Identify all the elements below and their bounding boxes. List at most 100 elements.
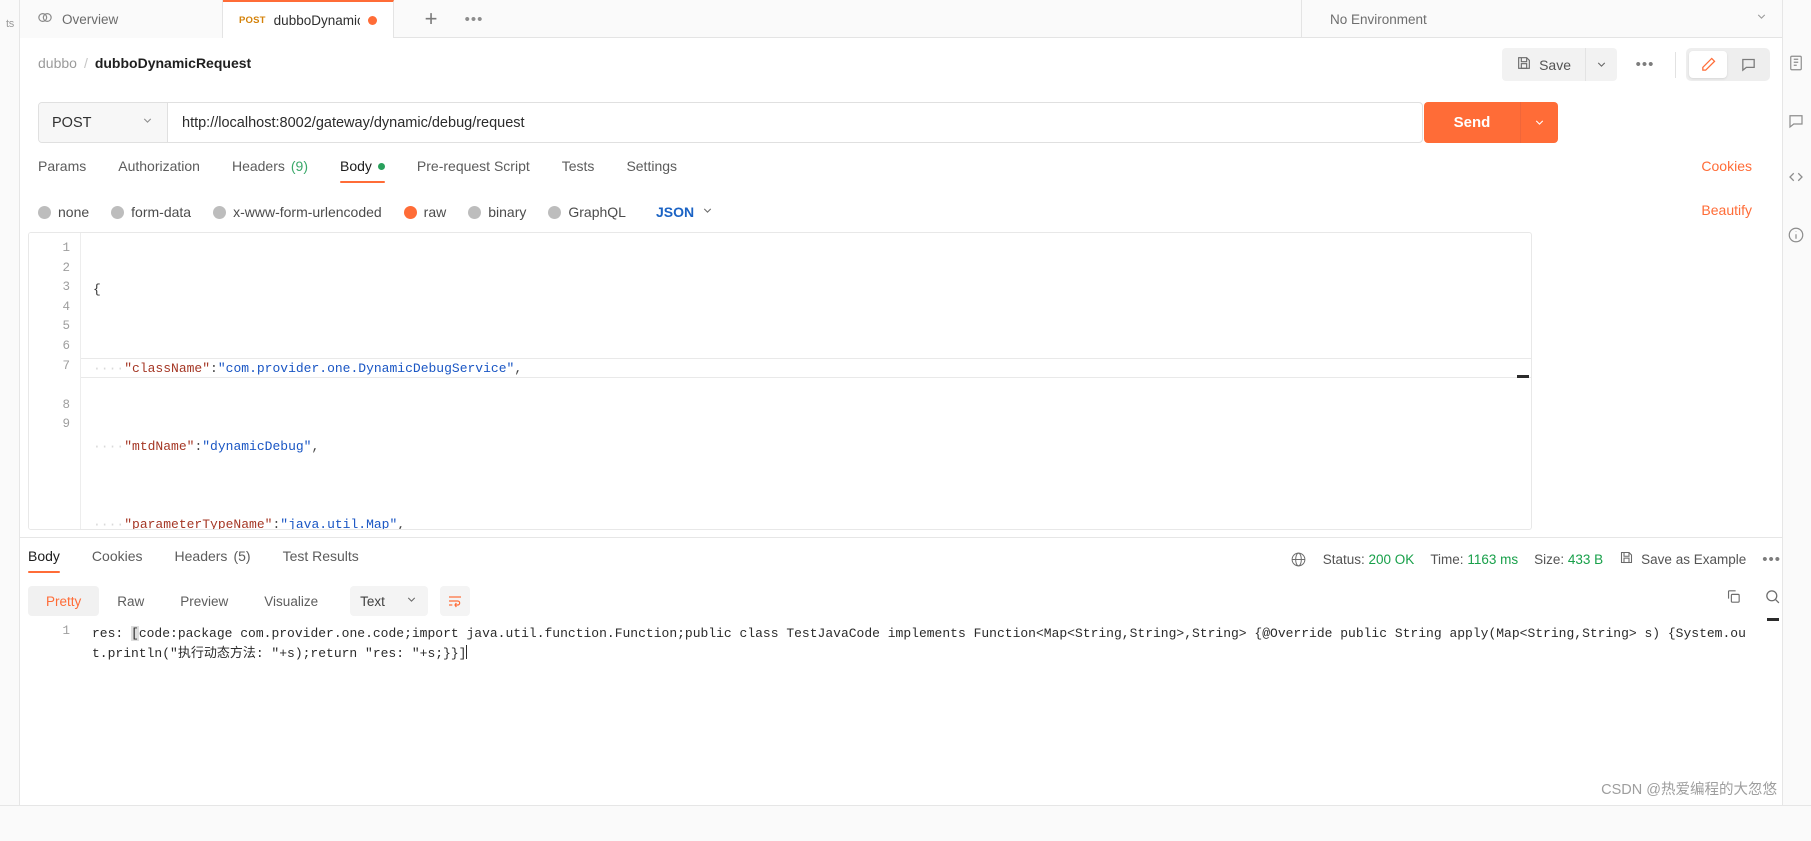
save-icon: [1619, 550, 1634, 568]
request-header-actions: Save •••: [1502, 48, 1770, 81]
body-format-select[interactable]: JSON: [656, 204, 714, 220]
response-tab-test-results[interactable]: Test Results: [283, 548, 373, 573]
chevron-down-icon: [141, 114, 154, 131]
info-icon[interactable]: [1787, 226, 1807, 246]
new-tab-button[interactable]: +: [406, 0, 456, 38]
response-body-text[interactable]: res: [code:package com.provider.one.code…: [80, 618, 1758, 664]
environment-selector[interactable]: No Environment: [1320, 0, 1782, 38]
body-type-binary[interactable]: binary: [468, 204, 526, 220]
http-method-select[interactable]: POST: [39, 103, 168, 142]
request-more-options-button[interactable]: •••: [1625, 48, 1665, 81]
comments-icon[interactable]: [1787, 112, 1807, 132]
status-bar: [0, 805, 1811, 841]
response-body[interactable]: 1 res: [code:package com.provider.one.co…: [28, 618, 1782, 698]
body-type-none[interactable]: none: [38, 204, 89, 220]
copy-icon[interactable]: [1725, 588, 1742, 605]
response-tab-body[interactable]: Body: [28, 548, 74, 573]
tab-authorization[interactable]: Authorization: [118, 158, 214, 183]
breadcrumb: dubbo / dubboDynamicRequest: [38, 55, 251, 71]
body-type-urlencoded-label: x-www-form-urlencoded: [233, 204, 382, 220]
line-number: 9: [62, 417, 70, 432]
response-view-visualize[interactable]: Visualize: [246, 586, 336, 616]
wrap-lines-button[interactable]: [439, 586, 470, 616]
time-label: Time:: [1430, 551, 1464, 567]
response-time: Time: 1163 ms: [1430, 552, 1518, 567]
view-toggle-group: [1686, 48, 1770, 81]
response-meta: Status: 200 OK Time: 1163 ms Size: 433 B…: [1290, 550, 1781, 568]
size-value: 433 B: [1567, 551, 1604, 567]
overview-icon: [36, 10, 54, 28]
tab-settings[interactable]: Settings: [626, 158, 691, 183]
tab-tests-label: Tests: [561, 158, 595, 174]
comment-button[interactable]: [1729, 51, 1767, 78]
save-options-button[interactable]: [1585, 48, 1617, 81]
edit-pencil-button[interactable]: [1689, 51, 1727, 78]
chevron-down-icon: [405, 593, 418, 609]
tab-headers[interactable]: Headers (9): [232, 158, 322, 183]
response-toolbar: Pretty Raw Preview Visualize Text: [28, 585, 1782, 617]
send-options-button[interactable]: [1520, 102, 1558, 143]
response-view-pretty[interactable]: Pretty: [28, 586, 100, 616]
line-number: 7: [62, 358, 70, 373]
response-body-selection: [: [131, 626, 139, 641]
request-tabs: Params Authorization Headers (9) Body Pr…: [38, 158, 1782, 188]
tab-overview[interactable]: Overview: [20, 0, 223, 38]
response-scroll-indicator[interactable]: [1767, 618, 1779, 621]
tab-pre-request-script[interactable]: Pre-request Script: [417, 158, 544, 183]
breadcrumb-folder[interactable]: dubbo: [38, 55, 77, 71]
response-more-options-button[interactable]: •••: [1762, 551, 1781, 568]
code-snippet-icon[interactable]: [1787, 168, 1807, 188]
tab-method-badge: POST: [239, 14, 266, 26]
postman-app: ts Overview POST dubboDynamicReque + •••…: [0, 0, 1811, 841]
save-button[interactable]: Save: [1502, 48, 1585, 81]
request-body-code[interactable]: { ····"className":"com.provider.one.Dyna…: [81, 233, 1531, 529]
response-format-select[interactable]: Text: [350, 586, 428, 616]
beautify-link[interactable]: Beautify: [1701, 202, 1752, 218]
status-value: 200 OK: [1368, 551, 1415, 567]
request-body-editor[interactable]: 1 2 3 4 5 6 7 8 9 { ····"className":"com…: [28, 232, 1532, 530]
tab-body[interactable]: Body: [340, 158, 399, 183]
body-type-none-label: none: [58, 204, 90, 220]
header-divider: [1675, 51, 1676, 78]
editor-scroll-indicator[interactable]: [1517, 375, 1529, 378]
response-tab-headers[interactable]: Headers (5): [175, 548, 265, 573]
response-view-preview[interactable]: Preview: [162, 586, 246, 616]
response-tab-headers-count: (5): [233, 548, 251, 564]
radio-icon: [213, 205, 227, 219]
documentation-icon[interactable]: [1787, 54, 1807, 74]
body-type-row: none form-data x-www-form-urlencoded raw…: [38, 198, 1782, 226]
radio-icon-selected: [403, 205, 417, 219]
body-type-x-www-form-urlencoded[interactable]: x-www-form-urlencoded: [213, 204, 382, 220]
cookies-link[interactable]: Cookies: [1701, 158, 1752, 174]
tab-params[interactable]: Params: [38, 158, 100, 183]
tab-tests[interactable]: Tests: [562, 158, 609, 183]
response-view-raw[interactable]: Raw: [99, 586, 162, 616]
save-as-example-button[interactable]: Save as Example: [1619, 550, 1746, 568]
tab-params-label: Params: [38, 158, 87, 174]
tabstrip-divider: [1301, 0, 1302, 38]
body-type-raw[interactable]: raw: [403, 204, 446, 220]
tab-options-button[interactable]: •••: [452, 0, 496, 38]
status-label: Status:: [1322, 551, 1365, 567]
url-input[interactable]: [168, 103, 1422, 142]
body-type-graphql[interactable]: GraphQL: [548, 204, 626, 220]
left-sidebar-rail: ts: [0, 0, 20, 841]
body-type-form-data[interactable]: form-data: [111, 204, 191, 220]
request-header-bar: dubbo / dubboDynamicRequest Save •••: [20, 38, 1782, 94]
save-button-label: Save: [1539, 56, 1571, 73]
response-format-value: Text: [360, 593, 385, 609]
save-icon: [1516, 55, 1532, 74]
line-number: 5: [62, 319, 70, 334]
response-tab-cookies[interactable]: Cookies: [92, 548, 157, 573]
page-title[interactable]: dubboDynamicRequest: [95, 55, 251, 71]
body-type-graphql-label: GraphQL: [568, 204, 626, 220]
tab-request-dubbodynamicrequest[interactable]: POST dubboDynamicReque: [223, 0, 394, 38]
line-number: 3: [62, 280, 70, 295]
radio-icon: [548, 205, 562, 219]
globe-icon: [1290, 551, 1307, 568]
tab-strip: Overview POST dubboDynamicReque + ••• No…: [20, 0, 1782, 38]
search-icon[interactable]: [1764, 588, 1781, 605]
send-button[interactable]: Send: [1424, 102, 1520, 143]
environment-name: No Environment: [1330, 11, 1427, 27]
body-format-value: JSON: [655, 204, 695, 220]
